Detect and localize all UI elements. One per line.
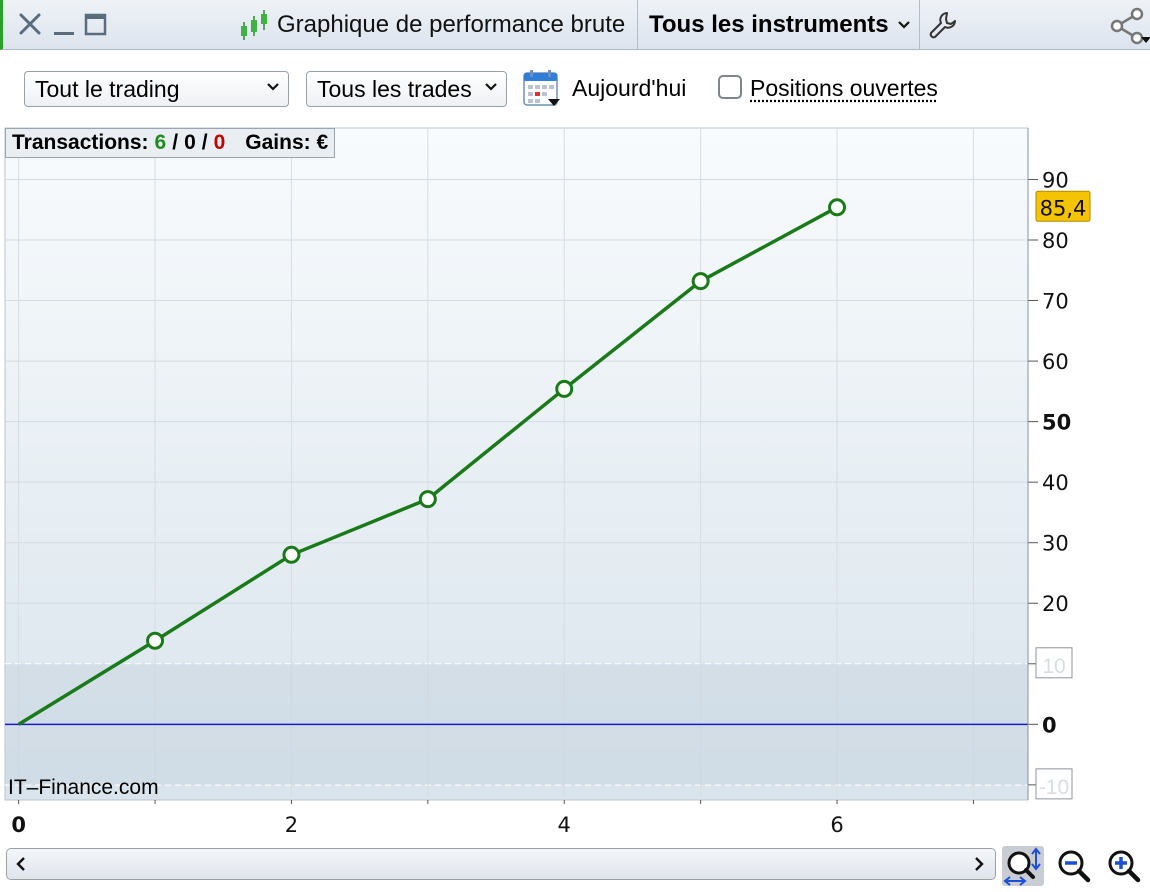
y-tick-label: 80 bbox=[1042, 229, 1069, 253]
wrench-icon[interactable] bbox=[927, 10, 957, 40]
maximize-icon[interactable] bbox=[83, 10, 109, 38]
data-point bbox=[418, 490, 437, 509]
chart-canvas[interactable]: 9080706050403020100-100 2 4 685,4 bbox=[3, 126, 1150, 846]
winning-count: 6 bbox=[154, 131, 167, 154]
titlebar-divider bbox=[919, 0, 920, 50]
zoom-in-icon[interactable] bbox=[1104, 846, 1146, 886]
losing-count: 0 bbox=[213, 131, 226, 154]
window-title-text: Graphique de performance brute bbox=[277, 11, 626, 38]
window-title: Graphique de performance brute bbox=[239, 0, 625, 50]
calendar-icon[interactable] bbox=[522, 68, 562, 108]
filter-toolbar: Tout le trading Tous les trades Aujourd'… bbox=[0, 51, 1150, 125]
x-tick-label: 2 bbox=[285, 813, 298, 837]
gains-label: Gains: € bbox=[245, 131, 329, 154]
open-positions-label[interactable]: Positions ouvertes bbox=[750, 75, 938, 102]
zoom-out-icon[interactable] bbox=[1054, 846, 1096, 886]
chevron-down-icon bbox=[897, 21, 910, 29]
candlestick-chart-icon bbox=[241, 10, 267, 40]
y-tick-label: -10 bbox=[1039, 776, 1069, 799]
zoom-fit-icon[interactable] bbox=[1002, 846, 1044, 886]
minimize-icon[interactable] bbox=[51, 10, 77, 38]
horizontal-scrollbar[interactable] bbox=[6, 848, 996, 880]
data-point bbox=[282, 545, 301, 564]
performance-chart[interactable]: 90 80 70 60 50 40 30 20 10 0 -10 0 2 4 6 85,4 bbox=[3, 126, 1150, 846]
close-icon[interactable] bbox=[17, 10, 43, 38]
chevron-down-icon bbox=[485, 83, 497, 91]
last-value-label: 85,4 bbox=[1040, 196, 1087, 220]
data-point bbox=[828, 198, 847, 217]
y-tick-label: 20 bbox=[1042, 592, 1069, 616]
instrument-dropdown-label: Tous les instruments bbox=[649, 11, 889, 38]
y-tick-label: 30 bbox=[1042, 532, 1069, 556]
trades-filter-select[interactable]: Tous les trades bbox=[306, 71, 507, 107]
separator-slash: / bbox=[201, 131, 208, 154]
data-point bbox=[146, 631, 165, 650]
watermark: IT–Finance.com bbox=[8, 776, 159, 799]
open-positions-checkbox[interactable] bbox=[718, 75, 742, 99]
y-tick-label: 10 bbox=[1042, 655, 1065, 678]
x-tick-label: 0 bbox=[11, 813, 26, 837]
y-tick-label: 70 bbox=[1042, 290, 1069, 314]
chevron-left-icon[interactable] bbox=[15, 855, 27, 873]
instrument-dropdown[interactable]: Tous les instruments bbox=[639, 0, 919, 50]
stats-summary: Transactions: 6 / 0 / 0 Gains: € bbox=[5, 128, 336, 158]
x-tick-label: 4 bbox=[558, 813, 571, 837]
y-tick-label: 40 bbox=[1042, 471, 1069, 495]
trading-filter-select[interactable]: Tout le trading bbox=[24, 71, 289, 107]
y-tick-label: 0 bbox=[1042, 713, 1057, 737]
separator-slash: / bbox=[172, 131, 179, 154]
today-label[interactable]: Aujourd'hui bbox=[572, 75, 686, 102]
neutral-count: 0 bbox=[184, 131, 196, 154]
share-icon[interactable] bbox=[1107, 6, 1150, 46]
y-tick-label: 60 bbox=[1042, 350, 1069, 374]
titlebar-divider bbox=[637, 0, 638, 50]
chevron-down-icon bbox=[267, 83, 279, 91]
window-titlebar: Graphique de performance brute Tous les … bbox=[0, 0, 1150, 50]
trading-filter-value: Tout le trading bbox=[35, 75, 180, 102]
y-tick-label: 50 bbox=[1042, 411, 1071, 435]
data-point bbox=[691, 272, 710, 291]
transactions-label: Transactions: bbox=[12, 131, 149, 154]
chevron-right-icon[interactable] bbox=[973, 855, 985, 873]
y-tick-label: 90 bbox=[1042, 168, 1069, 192]
trades-filter-value: Tous les trades bbox=[317, 75, 472, 102]
x-tick-label: 6 bbox=[830, 813, 843, 837]
data-point bbox=[555, 379, 574, 398]
